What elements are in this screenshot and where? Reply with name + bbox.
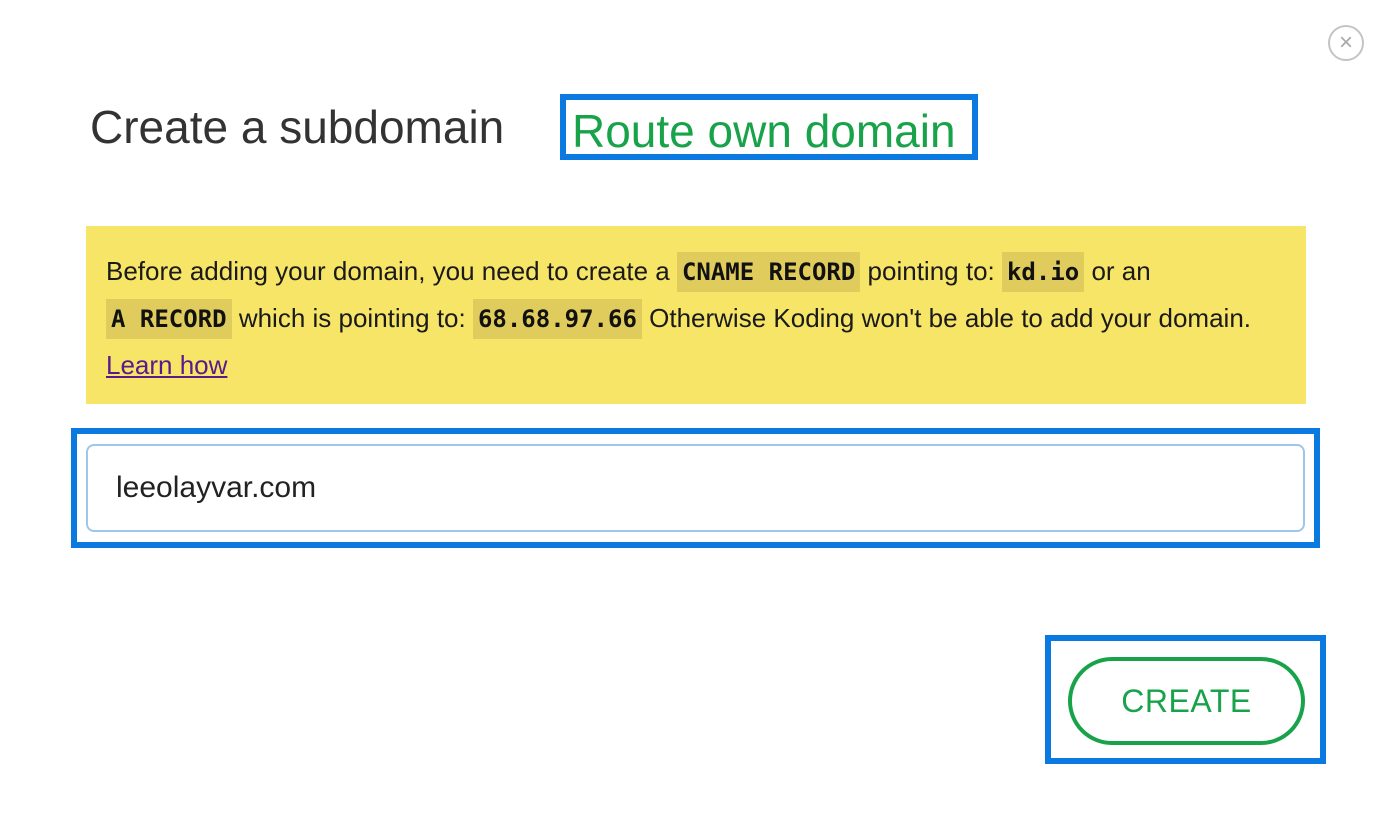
notice-text: Before adding your domain, you need to c… <box>106 256 677 286</box>
create-button[interactable]: CREATE <box>1068 657 1305 745</box>
a-record-code: A RECORD <box>106 299 232 339</box>
tab-route-own-domain-highlight: Route own domain <box>560 94 978 160</box>
close-icon[interactable]: × <box>1328 25 1364 61</box>
cname-record-code: CNAME RECORD <box>676 252 861 292</box>
route-domain-modal: × Create a subdomain Route own domain Be… <box>0 0 1386 838</box>
ip-address-code: 68.68.97.66 <box>472 299 642 339</box>
learn-how-link[interactable]: Learn how <box>106 350 227 380</box>
notice-text: or an <box>1084 256 1151 286</box>
notice-text: pointing to: <box>860 256 1002 286</box>
domain-field-highlight <box>71 428 1320 548</box>
dns-notice: Before adding your domain, you need to c… <box>86 226 1306 404</box>
notice-text: Otherwise Koding won't be able to add yo… <box>641 303 1252 333</box>
tab-create-subdomain[interactable]: Create a subdomain <box>90 98 504 156</box>
notice-text: which is pointing to: <box>231 303 473 333</box>
tab-route-own-domain[interactable]: Route own domain <box>572 102 956 160</box>
domain-input[interactable] <box>86 444 1305 532</box>
cname-target-code: kd.io <box>1001 252 1085 292</box>
create-button-highlight: CREATE <box>1045 635 1326 764</box>
